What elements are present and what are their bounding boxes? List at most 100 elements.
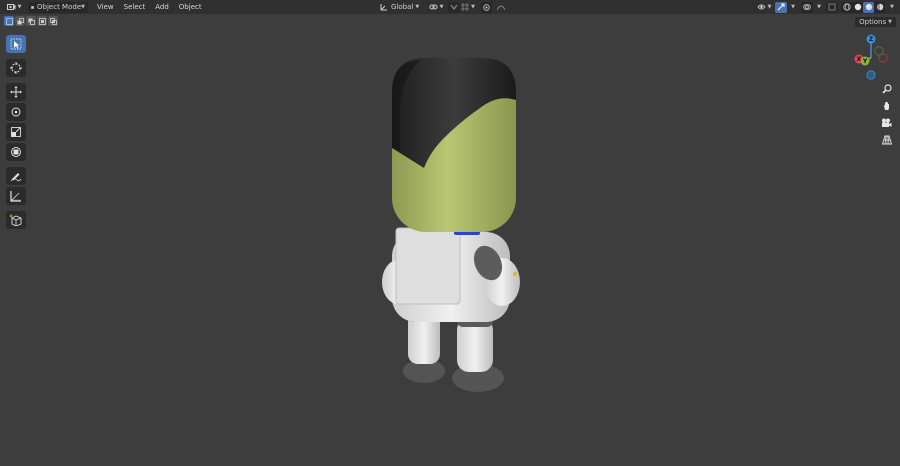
snapping-toggle[interactable] (448, 1, 460, 13)
gizmo-y-label: Y (862, 58, 868, 65)
grid-perspective-icon (881, 135, 892, 144)
falloff-icon (497, 5, 505, 10)
xray-icon (828, 3, 836, 11)
mode-dropdown[interactable]: Object Mode ▼ (28, 1, 88, 13)
select-extend-icon (17, 17, 24, 24)
menu-object[interactable]: Object (174, 2, 207, 13)
shading-dropdown[interactable]: ▼ (886, 2, 896, 13)
pivot-point-dropdown[interactable]: ▼ (428, 2, 444, 13)
pan-button[interactable] (878, 98, 895, 113)
chevron-down-icon: ▼ (890, 4, 894, 10)
tool-annotate[interactable] (6, 167, 26, 185)
select-set-icon (5, 17, 13, 25)
tool-add-cube[interactable] (6, 211, 26, 229)
viewport-icon (6, 4, 16, 10)
select-new-button[interactable] (4, 16, 14, 26)
gizmo-z-label: Z (869, 36, 874, 43)
link-icon (429, 4, 438, 10)
chevron-down-icon: ▼ (471, 4, 475, 10)
camera-icon (882, 118, 892, 127)
move-icon (10, 86, 22, 98)
3d-cursor-icon (10, 62, 22, 74)
select-intersect-icon (49, 17, 57, 25)
menu-add[interactable]: Add (150, 2, 174, 13)
tool-shelf (6, 35, 26, 231)
shading-material[interactable] (863, 1, 874, 13)
tool-scale[interactable] (6, 123, 26, 141)
chevron-down-icon: ▼ (439, 4, 444, 10)
visibility-dropdown[interactable]: ▼ (756, 2, 772, 13)
snap-icon (450, 4, 458, 10)
transform-icon (11, 147, 21, 157)
tool-cursor[interactable] (6, 59, 26, 77)
gizmo-toggle[interactable] (775, 1, 787, 13)
rendered-sphere-icon (876, 3, 883, 11)
snapping-dropdown[interactable]: ▼ (460, 2, 476, 13)
proportional-icon (483, 3, 490, 11)
overlay-icon (803, 4, 811, 10)
camera-view-button[interactable] (878, 115, 895, 130)
select-subtract-button[interactable] (26, 16, 36, 26)
zoom-button[interactable] (878, 81, 895, 96)
perspective-toggle-button[interactable] (878, 132, 895, 147)
proportional-falloff-dropdown[interactable] (494, 2, 508, 13)
proportional-editing-toggle[interactable] (481, 1, 492, 13)
options-label: Options (859, 18, 887, 26)
shading-wireframe[interactable] (841, 1, 852, 13)
chevron-down-icon: ▼ (17, 4, 22, 10)
navigation-gizmo[interactable]: Z X Y (846, 33, 896, 83)
object-mode-icon (31, 5, 34, 9)
select-subtract-icon (28, 18, 35, 25)
tool-rotate[interactable] (6, 103, 26, 121)
chevron-down-icon: ▼ (888, 19, 892, 25)
select-intersect-button[interactable] (48, 16, 58, 26)
chevron-down-icon: ▼ (817, 4, 821, 10)
gizmo-z-negative[interactable] (866, 70, 876, 80)
tool-select-box[interactable] (6, 35, 26, 53)
snap-grid-icon (461, 3, 470, 11)
overlays-dropdown[interactable]: ▼ (813, 2, 823, 13)
chevron-down-icon: ▼ (791, 4, 795, 10)
add-cube-icon (10, 214, 22, 226)
backpack (395, 227, 461, 305)
pencil-icon (10, 173, 22, 182)
suit-detail (513, 272, 517, 276)
overlays-toggle[interactable] (801, 1, 813, 13)
chevron-down-icon: ▼ (81, 4, 85, 10)
chevron-down-icon: ▼ (415, 4, 420, 10)
tool-transform[interactable] (6, 143, 26, 161)
menu-select[interactable]: Select (119, 2, 151, 13)
select-invert-icon (38, 17, 46, 25)
tool-settings-bar (0, 14, 900, 28)
view-object-types-icon (756, 4, 766, 10)
menu-view[interactable]: View (92, 2, 119, 13)
select-invert-button[interactable] (37, 16, 47, 26)
select-extend-button[interactable] (15, 16, 25, 26)
gizmo-dropdown[interactable]: ▼ (787, 2, 797, 13)
mode-label: Object Mode (37, 3, 82, 11)
tool-move[interactable] (6, 83, 26, 101)
xray-toggle[interactable] (826, 1, 838, 13)
shading-rendered[interactable] (874, 1, 885, 13)
gizmo-icon (777, 3, 785, 11)
scale-icon (11, 127, 21, 137)
transform-orientation-label: Global (391, 3, 414, 11)
ruler-icon (10, 191, 21, 202)
chevron-down-icon: ▼ (767, 4, 772, 10)
transform-orientation-dropdown[interactable]: Global ▼ (380, 2, 425, 13)
options-dropdown[interactable]: Options ▼ (855, 17, 896, 27)
orientation-icon (380, 4, 387, 11)
material-sphere-icon (865, 3, 872, 11)
solid-sphere-icon (854, 3, 861, 11)
cursor-arrow-icon (10, 38, 22, 50)
tool-measure[interactable] (6, 187, 26, 205)
editor-type-button[interactable]: ▼ (4, 2, 24, 13)
viewport-header: ▼ Object Mode ▼ View Select Add Object G… (0, 0, 900, 14)
shading-solid[interactable] (852, 1, 863, 13)
gizmo-y-negative[interactable] (874, 46, 884, 56)
viewport-scene[interactable] (370, 50, 540, 400)
hand-icon (883, 101, 889, 110)
magnifier-icon (881, 83, 892, 94)
rotate-icon (11, 107, 21, 117)
wireframe-sphere-icon (842, 3, 851, 11)
